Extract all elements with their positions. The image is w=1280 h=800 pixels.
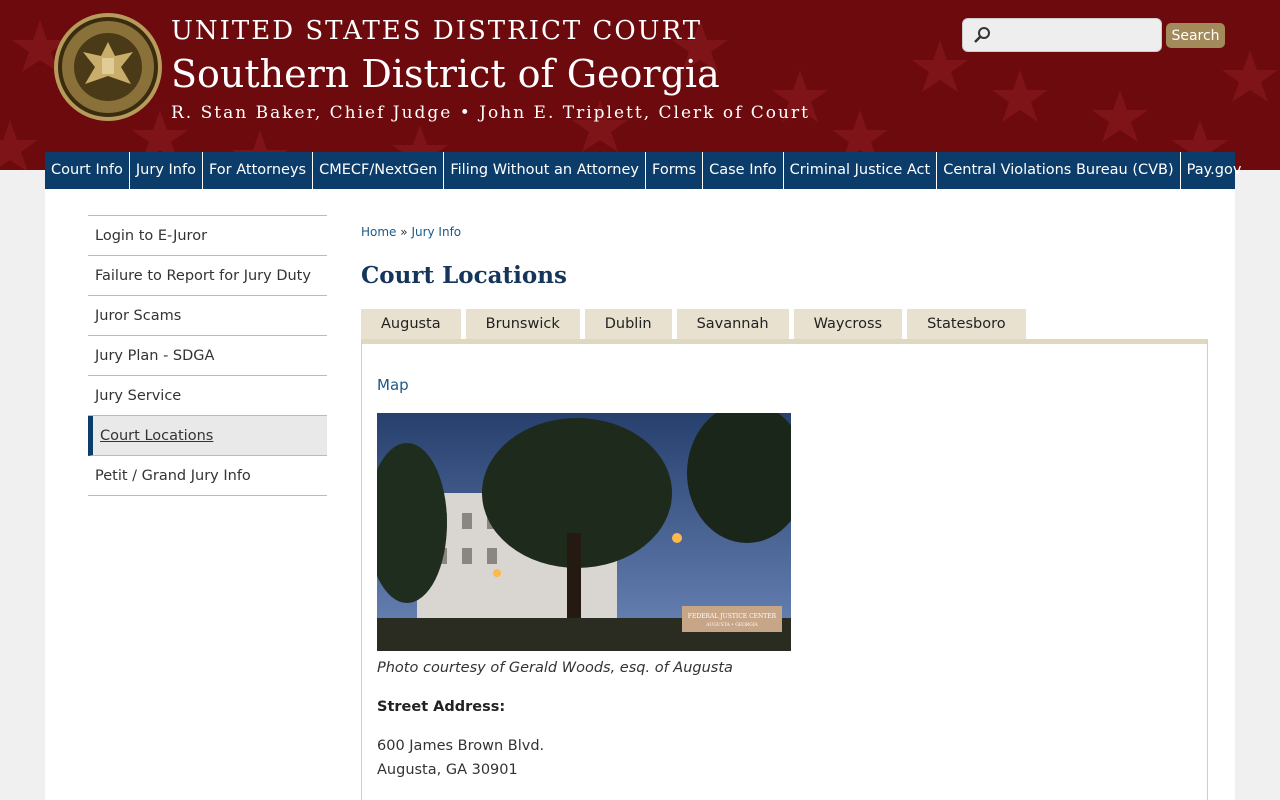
street-address-line1: 600 James Brown Blvd. <box>377 738 545 754</box>
photo-sign-text: FEDERAL JUSTICE CENTER <box>688 613 777 620</box>
sidebar-item-petit-grand-jury[interactable]: Petit / Grand Jury Info <box>88 456 327 496</box>
search-box[interactable] <box>962 18 1162 52</box>
sidebar-item-failure-to-report[interactable]: Failure to Report for Jury Duty <box>88 256 327 296</box>
sidebar-item-jury-plan[interactable]: Jury Plan - SDGA <box>88 336 327 376</box>
breadcrumb-separator: » <box>400 225 408 239</box>
location-tabs: Augusta Brunswick Dublin Savannah Waycro… <box>361 309 1031 340</box>
sidebar-item-login-e-juror[interactable]: Login to E-Juror <box>88 216 327 256</box>
nav-item-pay-gov[interactable]: Pay.gov <box>1181 152 1248 189</box>
street-address-line2: Augusta, GA 30901 <box>377 762 518 778</box>
tab-brunswick[interactable]: Brunswick <box>465 309 580 340</box>
map-link[interactable]: Map <box>377 376 409 394</box>
nav-item-filing-without-attorney[interactable]: Filing Without an Attorney <box>444 152 647 189</box>
tab-dublin[interactable]: Dublin <box>584 309 672 340</box>
photo-sign-subtext: AUGUSTA • GEORGIA <box>705 622 758 628</box>
nav-item-case-info[interactable]: Case Info <box>703 152 784 189</box>
search-input[interactable] <box>995 23 1155 47</box>
search-icon <box>974 27 990 43</box>
breadcrumb-home-link[interactable]: Home <box>361 225 396 239</box>
tab-augusta[interactable]: Augusta <box>361 309 461 340</box>
street-address-label: Street Address: <box>377 699 506 715</box>
tab-statesboro[interactable]: Statesboro <box>907 309 1026 340</box>
court-officials: R. Stan Baker, Chief Judge • John E. Tri… <box>171 103 810 123</box>
tab-savannah[interactable]: Savannah <box>676 309 789 340</box>
sidebar-item-court-locations[interactable]: Court Locations <box>88 416 327 456</box>
photo-caption: Photo courtesy of Gerald Woods, esq. of … <box>377 660 733 676</box>
court-name: UNITED STATES DISTRICT COURT <box>171 16 703 46</box>
nav-item-forms[interactable]: Forms <box>646 152 704 189</box>
nav-item-cvb[interactable]: Central Violations Bureau (CVB) <box>937 152 1181 189</box>
nav-item-jury-info[interactable]: Jury Info <box>130 152 203 189</box>
breadcrumb-jury-info-link[interactable]: Jury Info <box>411 225 461 239</box>
site-header: UNITED STATES DISTRICT COURT Southern Di… <box>0 0 1280 170</box>
page-title: Court Locations <box>361 262 567 289</box>
sidebar: Login to E-Juror Failure to Report for J… <box>88 215 327 496</box>
district-name[interactable]: Southern District of Georgia <box>171 52 720 96</box>
sidebar-item-jury-service[interactable]: Jury Service <box>88 376 327 416</box>
sidebar-item-juror-scams[interactable]: Juror Scams <box>88 296 327 336</box>
main-nav: Court Info Jury Info For Attorneys CMECF… <box>45 152 1241 189</box>
courthouse-photo: FEDERAL JUSTICE CENTER AUGUSTA • GEORGIA <box>377 413 791 651</box>
nav-item-criminal-justice-act[interactable]: Criminal Justice Act <box>784 152 938 189</box>
tab-waycross[interactable]: Waycross <box>793 309 903 340</box>
nav-item-for-attorneys[interactable]: For Attorneys <box>203 152 314 189</box>
nav-item-cmecf-nextgen[interactable]: CMECF/NextGen <box>313 152 445 189</box>
nav-item-court-info[interactable]: Court Info <box>45 152 130 189</box>
search-button[interactable]: Search <box>1166 23 1225 48</box>
court-seal-icon[interactable] <box>53 12 163 122</box>
breadcrumb: Home » Jury Info <box>361 225 461 239</box>
